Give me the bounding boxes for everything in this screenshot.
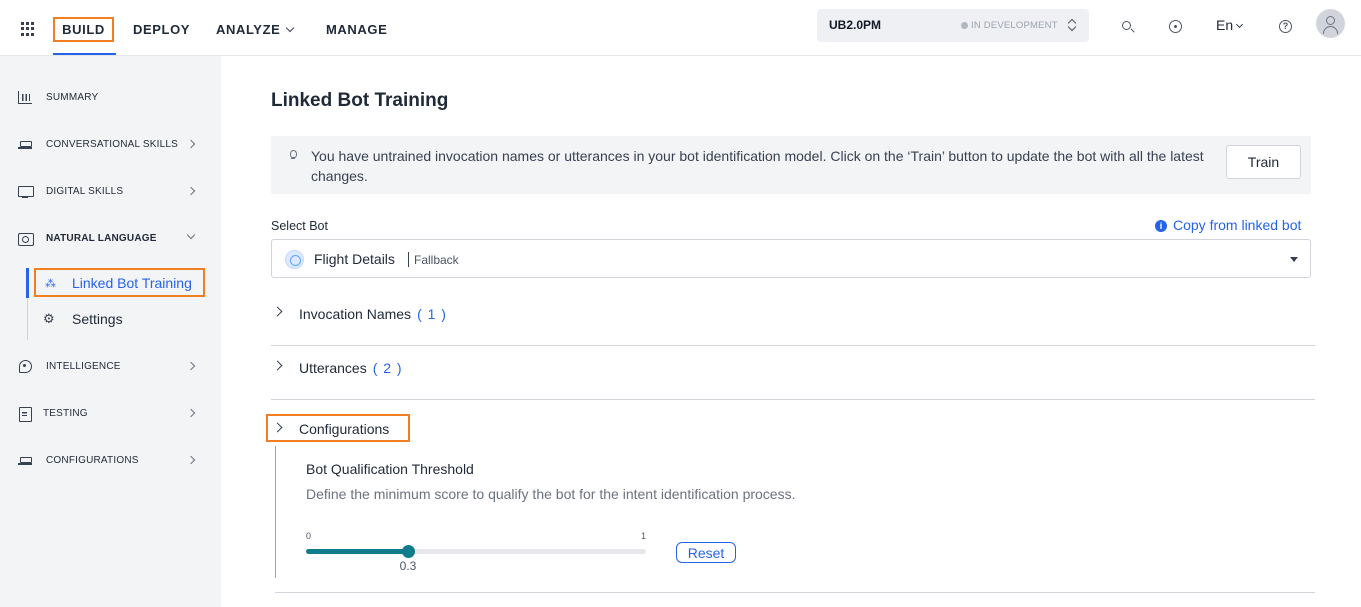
sidebar-item-label: DIGITAL SKILLS — [46, 186, 124, 197]
intelligence-icon — [18, 360, 32, 373]
user-avatar[interactable] — [1316, 9, 1345, 38]
nav-manage[interactable]: MANAGE — [326, 22, 387, 37]
lightbulb-icon — [287, 147, 299, 161]
select-bot-label: Select Bot — [271, 219, 328, 233]
nav-build-active-indicator — [53, 53, 116, 55]
accordion-count: ( 2 ) — [372, 360, 403, 376]
chevron-down-icon — [1236, 20, 1244, 29]
selected-bot-tag: Fallback — [414, 253, 459, 267]
configurations-guide-line — [275, 446, 276, 578]
up-down-chevron-icon — [1067, 17, 1077, 33]
accordion-invocation-names[interactable]: Invocation Names ( 1 ) — [271, 292, 1315, 346]
bot-switcher[interactable]: UB2.0PM IN DEVELOPMENT — [817, 9, 1089, 42]
copy-from-linked-bot-link[interactable]: i Copy from linked bot — [1155, 217, 1301, 233]
gear-icon: ⚙ — [43, 311, 55, 326]
banner-message: You have untrained invocation names or u… — [311, 148, 1204, 184]
divider — [271, 399, 1315, 400]
threshold-description: Define the minimum score to qualify the … — [306, 486, 796, 502]
wand-icon: ⁂ — [45, 278, 56, 290]
chevron-right-icon — [186, 455, 196, 465]
train-button[interactable]: Train — [1226, 145, 1301, 179]
sidebar-item-natural-language[interactable]: NATURAL LANGUAGE — [0, 227, 221, 251]
status-dot-icon — [961, 22, 968, 29]
bot-status: IN DEVELOPMENT — [971, 20, 1058, 31]
nav-build-label: BUILD — [62, 22, 105, 37]
chevron-right-icon — [272, 306, 283, 317]
sidebar-item-testing[interactable]: TESTING — [0, 402, 221, 426]
active-indicator — [26, 268, 29, 298]
chevron-right-icon — [272, 422, 283, 433]
chevron-right-icon — [186, 408, 196, 418]
apps-grid-icon[interactable] — [21, 22, 35, 36]
bot-dropdown[interactable]: Flight Details Fallback — [271, 239, 1311, 278]
slider-max-label: 1 — [641, 531, 647, 541]
sidebar-item-label: CONVERSATIONAL SKILLS — [46, 139, 179, 150]
sidebar-item-label: TESTING — [43, 408, 88, 419]
accordion-title: Utterances — [299, 360, 367, 376]
summary-icon — [18, 91, 32, 104]
sidebar-item-label: INTELLIGENCE — [46, 361, 121, 372]
sidebar-subitem-settings[interactable]: ⚙ Settings — [34, 308, 205, 332]
nav-analyze[interactable]: ANALYZE — [216, 22, 295, 37]
testing-icon — [18, 407, 32, 422]
nav-deploy[interactable]: DEPLOY — [133, 22, 190, 37]
search-icon[interactable] — [1120, 19, 1136, 35]
chevron-right-icon — [186, 361, 196, 371]
copy-link-label: Copy from linked bot — [1173, 217, 1302, 233]
info-icon: i — [1155, 220, 1167, 232]
conversational-skills-icon — [18, 138, 32, 151]
accordion-utterances[interactable]: Utterances ( 2 ) — [271, 346, 1315, 400]
slider-value: 0.3 — [399, 559, 417, 573]
accordion-label: Invocation Names ( 1 ) — [299, 306, 447, 322]
sidebar-item-digital-skills[interactable]: DIGITAL SKILLS — [0, 180, 221, 204]
accordion-configurations[interactable]: Configurations — [266, 414, 410, 442]
sidebar-item-summary[interactable]: SUMMARY — [0, 86, 221, 110]
chevron-down-icon — [286, 23, 295, 33]
nav-analyze-label: ANALYZE — [216, 22, 281, 37]
slider-thumb[interactable] — [402, 545, 415, 558]
submenu-guide-line — [27, 298, 28, 340]
accordion-title: Configurations — [299, 421, 390, 437]
slider-min-label: 0 — [306, 531, 312, 541]
sidebar-item-label: NATURAL LANGUAGE — [46, 233, 157, 244]
chevron-right-icon — [186, 139, 196, 149]
caret-down-icon — [1290, 257, 1298, 262]
language-label: En — [1216, 17, 1234, 33]
nav-build[interactable]: BUILD — [53, 17, 114, 42]
divider — [275, 592, 1315, 593]
threshold-title: Bot Qualification Threshold — [306, 461, 474, 477]
accordion-count: ( 1 ) — [417, 306, 447, 322]
help-icon[interactable]: ? — [1278, 19, 1294, 35]
sidebar-item-label: SUMMARY — [46, 92, 99, 103]
sidebar: SUMMARY CONVERSATIONAL SKILLS DIGITAL SK… — [0, 56, 221, 607]
sidebar-item-configurations[interactable]: CONFIGURATIONS — [0, 449, 221, 473]
natural-language-icon — [18, 232, 34, 246]
bot-avatar-icon — [285, 250, 304, 269]
threshold-slider[interactable] — [306, 545, 646, 558]
chevron-right-icon — [186, 186, 196, 196]
slider-fill — [306, 549, 408, 554]
separator — [408, 252, 409, 267]
sidebar-item-intelligence[interactable]: INTELLIGENCE — [0, 355, 221, 379]
sidebar-subitem-label: Linked Bot Training — [72, 275, 192, 291]
accordion-label: Utterances ( 2 ) — [299, 360, 403, 376]
digital-skills-icon — [18, 185, 34, 199]
language-selector[interactable]: En — [1216, 17, 1244, 33]
chevron-right-icon — [272, 360, 283, 371]
compass-icon[interactable] — [1168, 19, 1184, 35]
sidebar-subitem-linked-bot-training[interactable]: ⁂ Linked Bot Training — [34, 268, 205, 297]
sidebar-item-conversational-skills[interactable]: CONVERSATIONAL SKILLS — [0, 133, 221, 157]
selected-bot-name: Flight Details — [314, 251, 395, 267]
configurations-icon — [18, 454, 32, 467]
top-navigation: BUILD DEPLOY ANALYZE MANAGE UB2.0PM IN D… — [0, 0, 1361, 56]
chevron-down-icon — [186, 230, 196, 240]
accordion-title: Invocation Names — [299, 306, 412, 322]
sidebar-item-label: CONFIGURATIONS — [46, 455, 139, 466]
page-title: Linked Bot Training — [271, 90, 449, 111]
bot-name: UB2.0PM — [829, 18, 882, 32]
sidebar-subitem-label: Settings — [72, 311, 123, 327]
train-banner: You have untrained invocation names or u… — [271, 136, 1311, 194]
reset-button[interactable]: Reset — [676, 542, 736, 563]
